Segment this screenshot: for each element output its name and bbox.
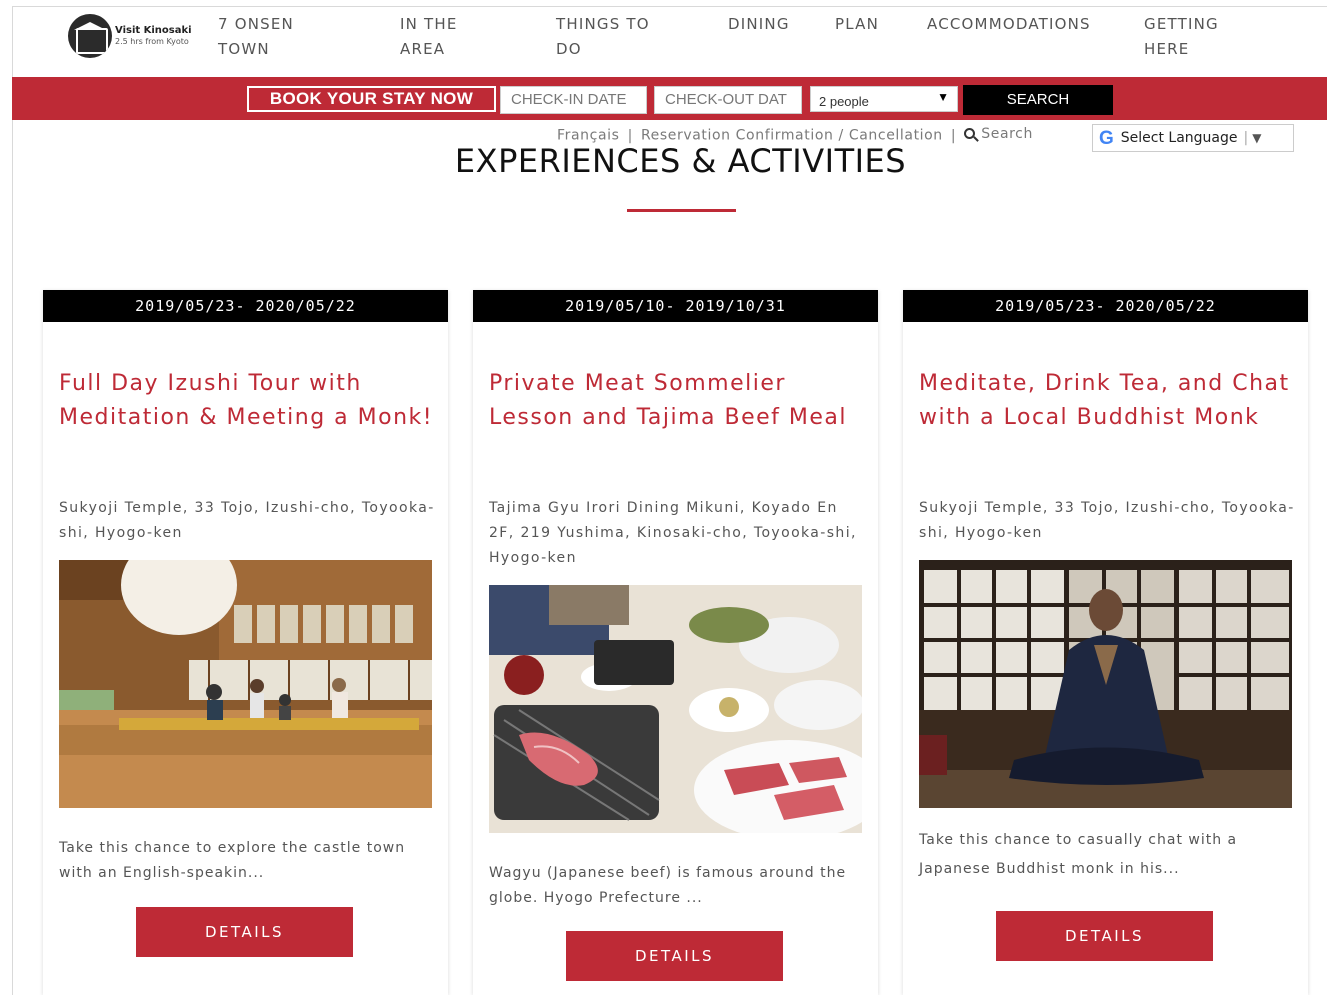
- card-address: Sukyoji Temple, 33 Tojo, Izushi-cho, Toy…: [59, 500, 435, 541]
- activity-card: 2019/05/23- 2020/05/22 Full Day Izushi T…: [43, 290, 448, 995]
- activity-card: 2019/05/23- 2020/05/22 Meditate, Drink T…: [903, 290, 1308, 995]
- nav-getting-here[interactable]: GETTING HERE: [1144, 12, 1219, 62]
- details-button[interactable]: DETAILS: [566, 931, 783, 981]
- site-logo[interactable]: Visit Kinosaki 2.5 hrs from Kyoto: [68, 14, 192, 58]
- nav-label-line1: GETTING: [1144, 15, 1219, 33]
- logo-emblem-icon: [68, 14, 112, 58]
- nav-label-line2: DO: [556, 40, 582, 58]
- people-select-value: 2 people: [819, 94, 869, 109]
- nav-label-line1: PLAN: [835, 15, 880, 33]
- nav-things-to-do[interactable]: THINGS TO DO: [556, 12, 650, 62]
- logo-title: Visit Kinosaki: [115, 25, 192, 36]
- book-your-stay-label: BOOK YOUR STAY NOW: [247, 86, 496, 112]
- dropdown-arrow-icon: ▼: [937, 90, 949, 104]
- nav-plan[interactable]: PLAN: [835, 12, 879, 37]
- nav-label-line1: IN THE: [400, 15, 458, 33]
- details-button[interactable]: DETAILS: [996, 911, 1213, 961]
- card-date-range: 2019/05/23- 2020/05/22: [903, 290, 1308, 322]
- nav-label-line1: THINGS TO: [556, 15, 650, 33]
- utility-links: Français | Reservation Confirmation / Ca…: [557, 126, 1033, 144]
- site-search-link[interactable]: Search: [964, 126, 1033, 142]
- temple-meditation-hall-photo[interactable]: [59, 560, 432, 808]
- nav-dining[interactable]: DINING: [728, 12, 790, 37]
- search-icon: [964, 127, 976, 139]
- nav-accommodations[interactable]: ACCOMMODATIONS: [927, 12, 1091, 37]
- card-description: Wagyu (Japanese beef) is famous around t…: [489, 865, 847, 906]
- card-address: Tajima Gyu Irori Dining Mikuni, Koyado E…: [489, 500, 857, 566]
- card-date-range: 2019/05/23- 2020/05/22: [43, 290, 448, 322]
- card-description: Take this chance to casually chat with a…: [919, 832, 1238, 877]
- check-out-date-input[interactable]: CHECK-OUT DAT: [654, 86, 802, 114]
- meditating-monk-photo[interactable]: [919, 560, 1292, 808]
- nav-in-the-area[interactable]: IN THE AREA: [400, 12, 458, 62]
- card-description: Take this chance to explore the castle t…: [59, 840, 406, 881]
- nav-7-onsen-town[interactable]: 7 ONSEN TOWN: [218, 12, 294, 62]
- card-date-range: 2019/05/10- 2019/10/31: [473, 290, 878, 322]
- details-button[interactable]: DETAILS: [136, 907, 353, 957]
- nav-label-line1: 7 ONSEN: [218, 15, 294, 33]
- card-title[interactable]: Private Meat Sommelier Lesson and Tajima…: [489, 367, 864, 435]
- card-address: Sukyoji Temple, 33 Tojo, Izushi-cho, Toy…: [919, 500, 1295, 541]
- activity-card: 2019/05/10- 2019/10/31 Private Meat Somm…: [473, 290, 878, 995]
- tajima-beef-grill-table-photo[interactable]: [489, 585, 862, 833]
- check-in-date-input[interactable]: CHECK-IN DATE: [500, 86, 647, 114]
- nav-label-line2: TOWN: [218, 40, 270, 58]
- nav-label-line1: DINING: [728, 15, 790, 33]
- nav-label-line2: HERE: [1144, 40, 1190, 58]
- card-title[interactable]: Meditate, Drink Tea, and Chat with a Loc…: [919, 367, 1294, 435]
- card-title[interactable]: Full Day Izushi Tour with Meditation & M…: [59, 367, 434, 435]
- site-search-label: Search: [981, 126, 1033, 142]
- title-divider: [627, 209, 736, 212]
- nav-label-line1: ACCOMMODATIONS: [927, 15, 1091, 33]
- people-select[interactable]: 2 people ▼: [810, 86, 958, 112]
- page-title: EXPERIENCES & ACTIVITIES: [454, 142, 907, 180]
- search-button[interactable]: SEARCH: [963, 85, 1113, 115]
- nav-label-line2: AREA: [400, 40, 446, 58]
- logo-subtitle: 2.5 hrs from Kyoto: [115, 37, 189, 46]
